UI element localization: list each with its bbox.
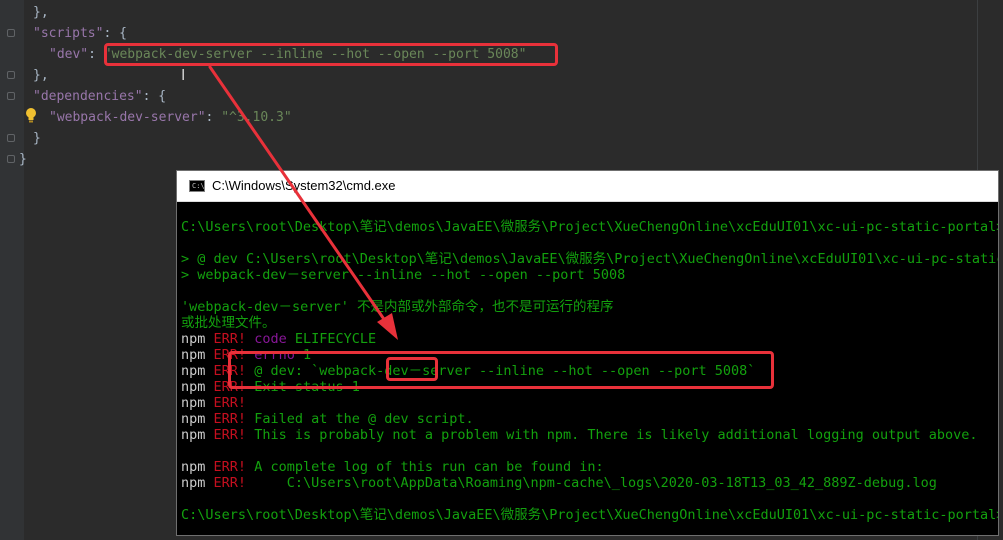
console-text: C:\Users\root\Desktop\笔记\demos\JavaEE\微服… — [181, 219, 999, 235]
highlight-fullwidth-hyphen — [386, 357, 438, 381]
fold-marker[interactable] — [7, 29, 15, 37]
code-line: }, — [33, 2, 49, 23]
err-label: ERR! — [213, 459, 247, 475]
console-text: This is probably not a problem with npm.… — [254, 427, 978, 443]
code-text: }, — [33, 68, 49, 83]
code-text: : — [205, 110, 222, 125]
console-text: ELIFECYCLE — [294, 331, 377, 347]
npm-error-line: npm ERR! A complete log of this run can … — [181, 459, 604, 475]
err-label: ERR! — [213, 475, 247, 491]
json-key: "webpack-dev-server" — [49, 110, 206, 125]
console-text: > webpack-dev－server --inline --hot --op… — [181, 267, 626, 283]
err-label: ERR! — [213, 427, 247, 443]
npm-label: npm — [181, 427, 206, 443]
code-text: : — [88, 47, 104, 62]
npm-label: npm — [181, 363, 206, 379]
err-code-label: code — [254, 331, 287, 347]
json-key: "dependencies" — [33, 89, 143, 104]
fold-marker[interactable] — [7, 71, 15, 79]
console-text: 或批处理文件。 — [181, 315, 276, 331]
err-label: ERR! — [213, 411, 247, 427]
code-line: "dependencies": { — [33, 86, 166, 107]
json-key: "dev" — [49, 47, 89, 62]
npm-label: npm — [181, 459, 206, 475]
fold-marker[interactable] — [7, 134, 15, 142]
code-line: } — [33, 128, 41, 149]
npm-error-line: npm ERR! C:\Users\root\AppData\Roaming\n… — [181, 475, 937, 491]
npm-error-line: npm ERR! Failed at the @ dev script. — [181, 411, 474, 427]
code-text: } — [33, 131, 41, 146]
console-text: A complete log of this run can be found … — [254, 459, 604, 475]
console-line: C:\Users\root\Desktop\笔记\demos\JavaEE\微服… — [181, 507, 999, 523]
highlight-error-command — [228, 351, 774, 389]
code-line: "scripts": { — [33, 23, 127, 44]
code-line: } — [19, 149, 27, 170]
npm-label: npm — [181, 379, 206, 395]
npm-error-line: npm ERR! code ELIFECYCLE — [181, 331, 376, 347]
npm-label: npm — [181, 331, 206, 347]
highlight-dev-script — [104, 43, 558, 66]
npm-error-line: npm ERR! — [181, 395, 246, 411]
npm-error-line: npm ERR! This is probably not a problem … — [181, 427, 978, 443]
console-text: Failed at the @ dev script. — [254, 411, 474, 427]
code-text: : { — [103, 26, 127, 41]
console-text: C:\Users\root\AppData\Roaming\npm-cache\… — [254, 475, 937, 491]
text-cursor-icon: I — [181, 66, 186, 84]
npm-label: npm — [181, 395, 206, 411]
console-line: > @ dev C:\Users\root\Desktop\笔记\demos\J… — [181, 251, 999, 267]
code-text: } — [19, 152, 27, 167]
code-text: }, — [33, 5, 49, 20]
err-label: ERR! — [213, 395, 247, 411]
npm-label: npm — [181, 411, 206, 427]
console-text: 'webpack-dev－server' 不是内部或外部命令，也不是可运行的程序 — [181, 299, 614, 315]
console-text: C:\Users\root\Desktop\笔记\demos\JavaEE\微服… — [181, 507, 999, 523]
console-text: > @ dev C:\Users\root\Desktop\笔记\demos\J… — [181, 251, 999, 267]
npm-label: npm — [181, 347, 206, 363]
window-title: C:\Windows\System32\cmd.exe — [212, 178, 396, 193]
err-label: ERR! — [213, 331, 247, 347]
code-line-dependency: "webpack-dev-server": "^3.10.3" — [49, 107, 292, 128]
json-key: "scripts" — [33, 26, 104, 41]
console-icon: C:\ — [189, 180, 205, 192]
fold-marker[interactable] — [7, 92, 15, 100]
npm-label: npm — [181, 475, 206, 491]
code-text: : { — [142, 89, 167, 104]
console-line: C:\Users\root\Desktop\笔记\demos\JavaEE\微服… — [181, 219, 999, 235]
fold-marker[interactable] — [7, 155, 15, 163]
lightbulb-icon[interactable] — [25, 107, 37, 123]
console-line: 'webpack-dev－server' 不是内部或外部命令，也不是可运行的程序 — [181, 299, 614, 315]
code-line: }, — [33, 65, 49, 86]
json-string: "^3.10.3" — [221, 110, 292, 125]
editor-gutter — [0, 0, 24, 540]
console-line: > webpack-dev－server --inline --hot --op… — [181, 267, 625, 283]
cmd-titlebar[interactable]: C:\ C:\Windows\System32\cmd.exe — [177, 171, 998, 202]
console-line: 或批处理文件。 — [181, 315, 276, 331]
